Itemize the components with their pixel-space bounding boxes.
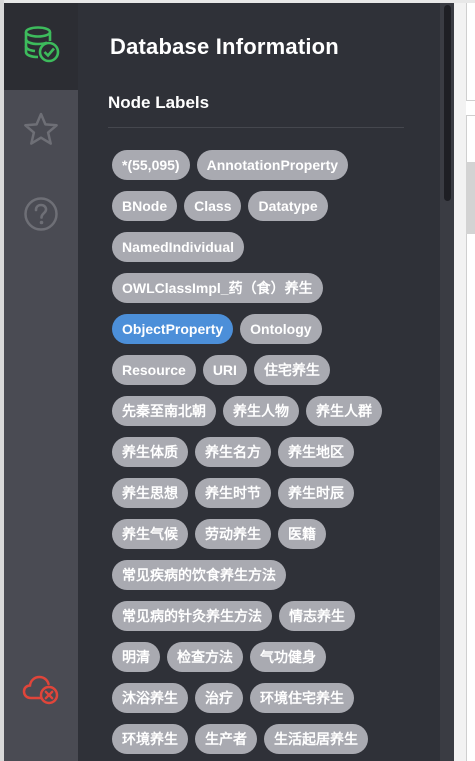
node-label-pill[interactable]: 检查方法 [167,642,243,672]
node-label-pill[interactable]: 养生人群 [306,396,382,426]
node-label-pill[interactable]: 养生地区 [278,437,354,467]
sidebar-item-help[interactable] [4,174,78,258]
panel-scrollbar-thumb[interactable] [444,5,451,201]
node-label-pill[interactable]: 养生人物 [223,396,299,426]
node-label-pill[interactable]: 环境养生 [112,724,188,754]
node-label-pill[interactable]: 住宅养生 [253,355,330,385]
node-label-pill[interactable]: 养生思想 [112,478,188,508]
node-label-pill[interactable]: *(55,095) [112,150,190,180]
node-label-pill[interactable]: 气功健身 [250,642,326,672]
node-label-pill[interactable]: 常见病的针灸养生方法 [112,601,272,631]
node-label-pill[interactable]: 明清 [112,642,160,672]
node-label-pill[interactable]: 治疗 [195,683,243,713]
sidebar-item-connection[interactable] [4,648,78,732]
node-label-pill[interactable]: Class [184,191,242,221]
node-label-pill[interactable]: 养生气候 [112,519,188,549]
sidebar-item-favorites[interactable] [4,90,78,174]
node-label-pill[interactable]: Resource [112,355,196,385]
node-label-pill[interactable]: NamedIndividual [112,232,245,262]
question-circle-icon [22,195,60,238]
node-label-pill[interactable]: 常见疾病的饮食养生方法 [112,560,286,590]
sidebar-item-database[interactable] [4,3,78,90]
node-label-pill[interactable]: 沐浴养生 [112,683,188,713]
node-labels-list: *(55,095) AnnotationProperty BNode Class Dat… [112,150,404,754]
database-check-icon [21,24,61,69]
panel-title: Database Information [110,34,339,59]
node-label-pill[interactable]: BNode [112,191,178,221]
node-label-pill[interactable]: 生产者 [195,724,257,754]
main-pane-scrollbar[interactable] [466,162,475,234]
node-label-pill[interactable]: 环境住宅养生 [250,683,354,713]
node-label-pill[interactable]: AnnotationProperty [196,150,349,180]
section-divider [108,127,404,128]
node-label-pill[interactable]: 生活起居养生 [264,724,368,754]
pane-gutter [454,3,466,761]
cloud-disconnect-icon [21,668,61,713]
node-label-pill[interactable]: Datatype [248,191,328,221]
sidebar [4,3,78,761]
node-label-pill[interactable]: 劳动养生 [195,519,271,549]
node-label-pill[interactable]: 情志养生 [279,601,355,631]
node-label-pill[interactable]: 养生时辰 [278,478,354,508]
node-label-pill[interactable]: 医籍 [278,519,326,549]
node-label-pill[interactable]: 养生时节 [195,478,271,508]
node-labels-heading: Node Labels [108,93,210,112]
star-icon [22,111,60,154]
node-label-pill[interactable]: 先秦至南北朝 [112,396,216,426]
node-label-pill[interactable]: 养生名方 [195,437,271,467]
main-pane-header-edge [466,3,475,101]
node-label-pill[interactable]: Ontology [240,314,322,344]
node-label-pill[interactable]: OWLClassImpl_药（食）养生 [112,273,323,303]
node-label-pill[interactable]: 养生体质 [112,437,188,467]
node-label-pill[interactable]: URI [202,355,247,385]
database-info-panel: Database Information Node Labels *(55,09… [78,3,440,761]
node-label-pill[interactable]: ObjectProperty [112,314,234,344]
